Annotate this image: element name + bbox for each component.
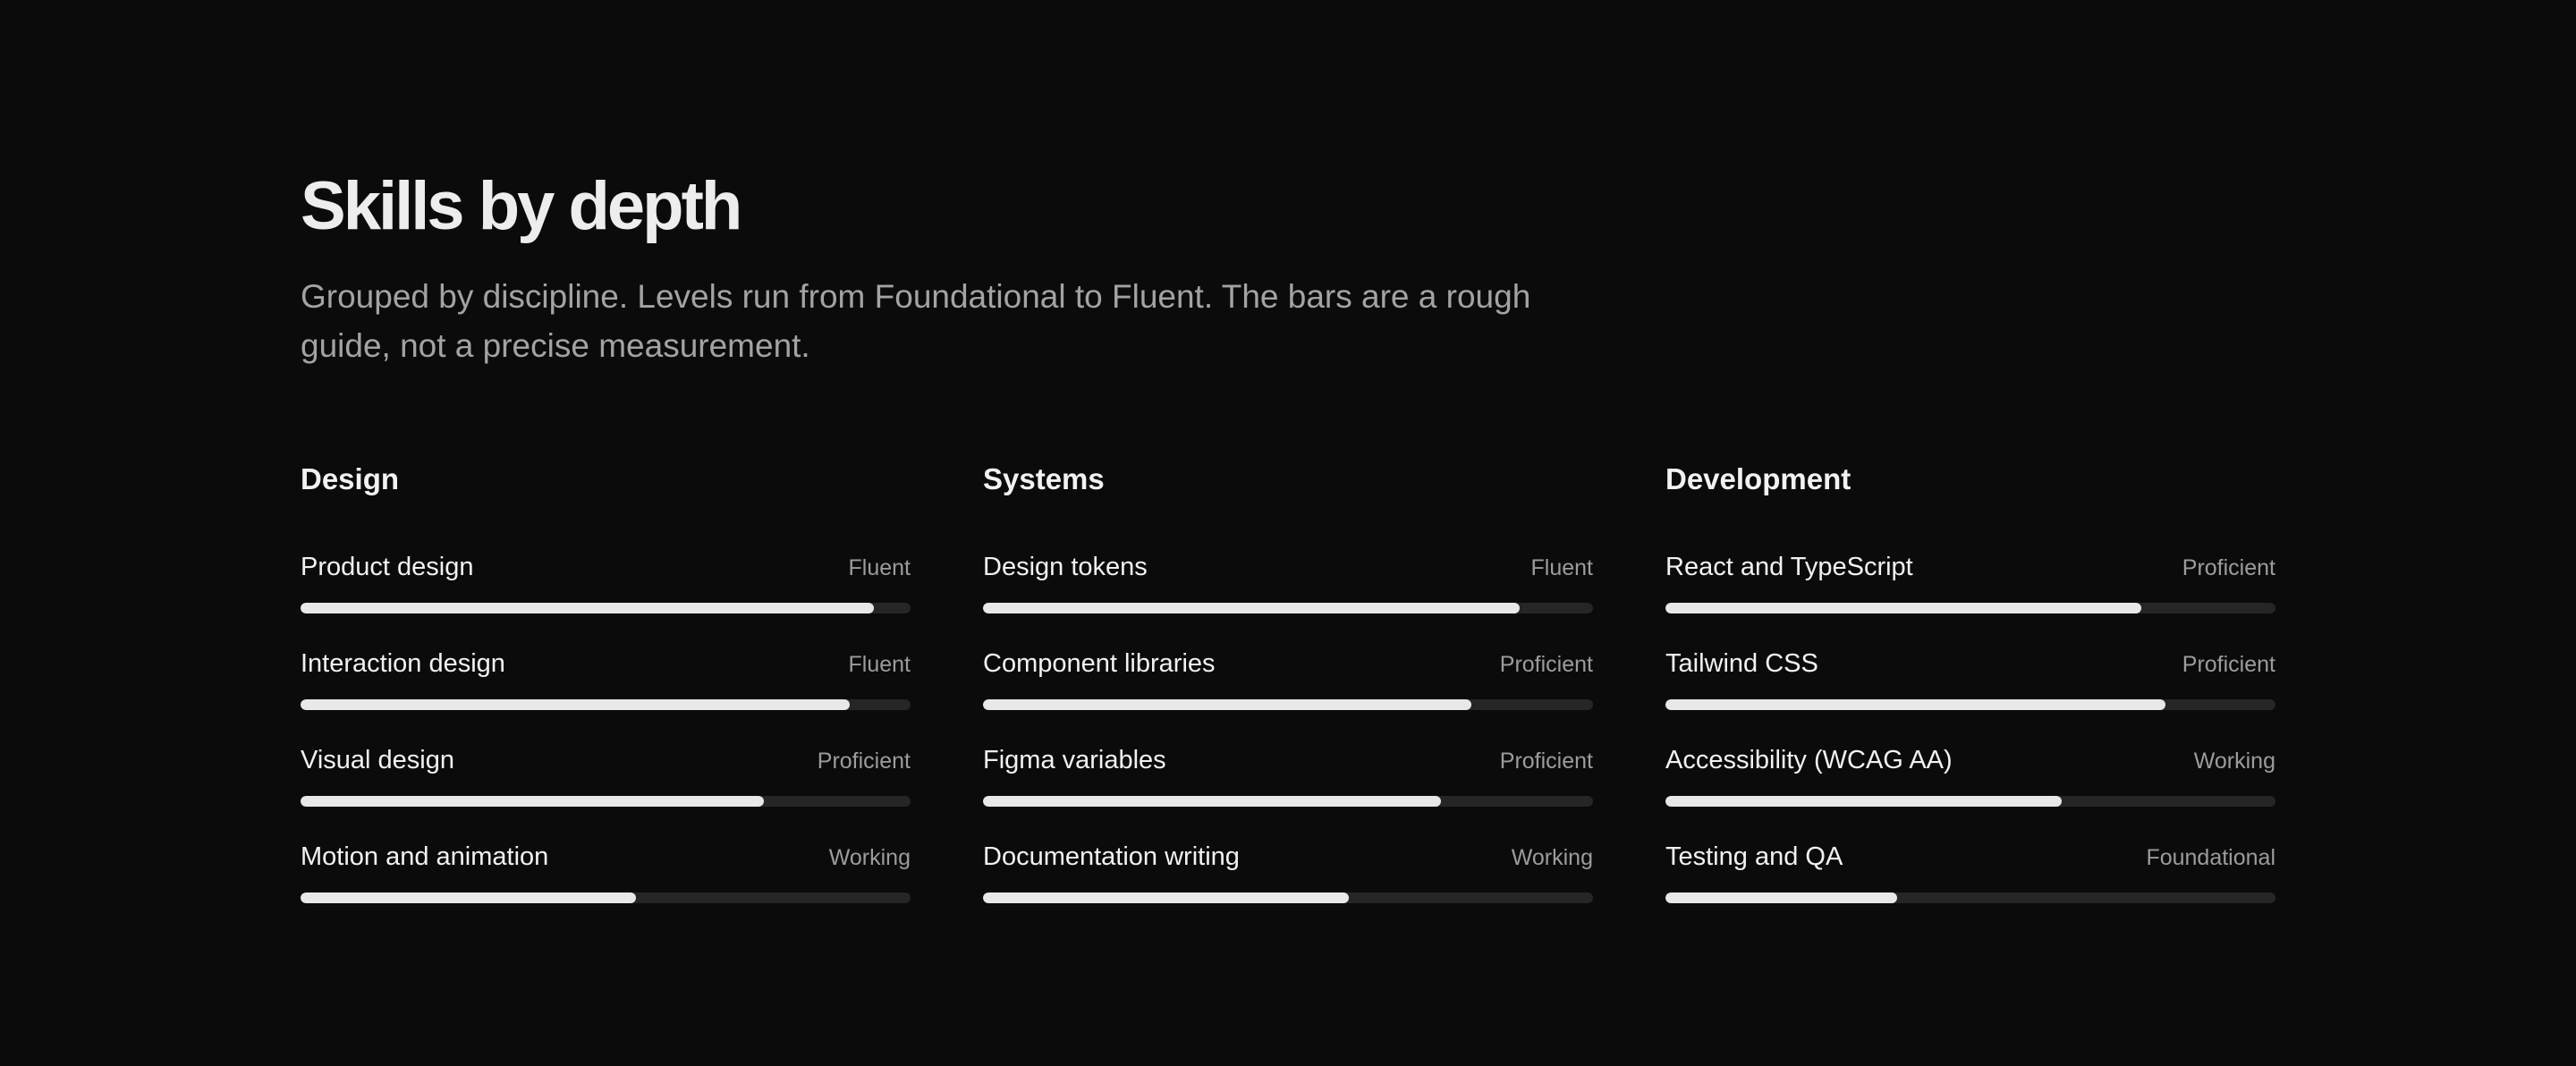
skill-level: Working — [1511, 845, 1593, 870]
skill-bar-track — [1665, 603, 2275, 613]
skill-level: Working — [2193, 749, 2275, 774]
skill-bar-track — [1665, 796, 2275, 807]
skill-name: Testing and QA — [1665, 842, 1843, 871]
skill-item: Documentation writing Working — [983, 837, 1593, 934]
skill-bar-fill — [1665, 893, 1898, 903]
skill-list: Design tokens Fluent Component libraries… — [983, 547, 1593, 934]
skill-level: Proficient — [1499, 749, 1593, 774]
skill-row: Motion and animation Working — [301, 837, 911, 876]
skill-row: Figma variables Proficient — [983, 740, 1593, 780]
column-heading: Systems — [983, 462, 1105, 495]
skill-level: Foundational — [2146, 845, 2275, 870]
skill-item: Testing and QA Foundational — [1665, 837, 2275, 934]
skill-bar-fill — [983, 893, 1350, 903]
skill-row: React and TypeScript Proficient — [1665, 547, 2275, 587]
skill-item: Component libraries Proficient — [983, 644, 1593, 740]
skill-bar-track — [301, 796, 911, 807]
skill-list: React and TypeScript Proficient Tailwind… — [1665, 547, 2275, 934]
skill-row: Visual design Proficient — [301, 740, 911, 780]
skill-bar-fill — [301, 893, 637, 903]
skill-level: Working — [828, 845, 911, 870]
skill-bar-track — [983, 796, 1593, 807]
skill-bar-fill — [301, 796, 765, 807]
skill-name: React and TypeScript — [1665, 553, 1913, 581]
skill-row: Tailwind CSS Proficient — [1665, 644, 2275, 683]
skill-row: Documentation writing Working — [983, 837, 1593, 876]
column-heading: Development — [1665, 462, 1852, 495]
skill-bar-fill — [983, 796, 1441, 807]
skill-item: Interaction design Fluent — [301, 644, 911, 740]
page-subtitle: Grouped by discipline. Levels run from F… — [301, 278, 1531, 364]
skill-name: Tailwind CSS — [1665, 649, 1818, 678]
skill-bar-fill — [301, 603, 875, 613]
skill-row: Testing and QA Foundational — [1665, 837, 2275, 876]
skill-level: Fluent — [848, 652, 911, 677]
column-development: Development React and TypeScript Profici… — [1665, 456, 2275, 934]
skill-level: Fluent — [1530, 555, 1593, 580]
skill-list: Product design Fluent Interaction design… — [301, 547, 911, 934]
skill-columns: Design Product design Fluent Interaction… — [301, 456, 2275, 921]
skill-bar-fill — [1665, 796, 2063, 807]
skill-name: Component libraries — [983, 649, 1216, 678]
skill-bar-fill — [1665, 699, 2166, 710]
skill-item: Accessibility (WCAG AA) Working — [1665, 740, 2275, 837]
skill-name: Design tokens — [983, 553, 1148, 581]
column-design: Design Product design Fluent Interaction… — [301, 456, 911, 934]
skill-bar-track — [1665, 893, 2275, 903]
skill-bar-fill — [1665, 603, 2141, 613]
skill-item: Visual design Proficient — [301, 740, 911, 837]
skill-name: Visual design — [301, 746, 454, 774]
skill-item: Figma variables Proficient — [983, 740, 1593, 837]
skill-level: Proficient — [2182, 652, 2275, 677]
page-title: Skills by depth — [301, 168, 742, 244]
skill-row: Product design Fluent — [301, 547, 911, 587]
skill-bar-track — [301, 699, 911, 710]
skill-item: Tailwind CSS Proficient — [1665, 644, 2275, 740]
skill-bar-track — [301, 603, 911, 613]
column-heading: Design — [301, 462, 400, 495]
skill-name: Product design — [301, 553, 474, 581]
skill-level: Proficient — [2182, 555, 2275, 580]
skill-row: Component libraries Proficient — [983, 644, 1593, 683]
skill-bar-track — [983, 893, 1593, 903]
skill-bar-fill — [301, 699, 850, 710]
skill-item: Design tokens Fluent — [983, 547, 1593, 644]
skill-bar-track — [983, 603, 1593, 613]
skill-level: Proficient — [1499, 652, 1593, 677]
skill-bar-track — [301, 893, 911, 903]
skill-name: Figma variables — [983, 746, 1166, 774]
skill-bar-fill — [983, 603, 1521, 613]
skill-item: Motion and animation Working — [301, 837, 911, 934]
skill-item: Product design Fluent — [301, 547, 911, 644]
skill-row: Interaction design Fluent — [301, 644, 911, 683]
skill-bar-track — [983, 699, 1593, 710]
skill-level: Proficient — [817, 749, 911, 774]
skill-row: Accessibility (WCAG AA) Working — [1665, 740, 2275, 780]
skill-bar-track — [1665, 699, 2275, 710]
skill-name: Motion and animation — [301, 842, 549, 871]
skill-row: Design tokens Fluent — [983, 547, 1593, 587]
skill-name: Accessibility (WCAG AA) — [1665, 746, 1953, 774]
skill-name: Documentation writing — [983, 842, 1240, 871]
skill-level: Fluent — [848, 555, 911, 580]
skill-bar-fill — [983, 699, 1471, 710]
skill-item: React and TypeScript Proficient — [1665, 547, 2275, 644]
skill-name: Interaction design — [301, 649, 505, 678]
column-systems: Systems Design tokens Fluent Component l… — [983, 456, 1593, 934]
